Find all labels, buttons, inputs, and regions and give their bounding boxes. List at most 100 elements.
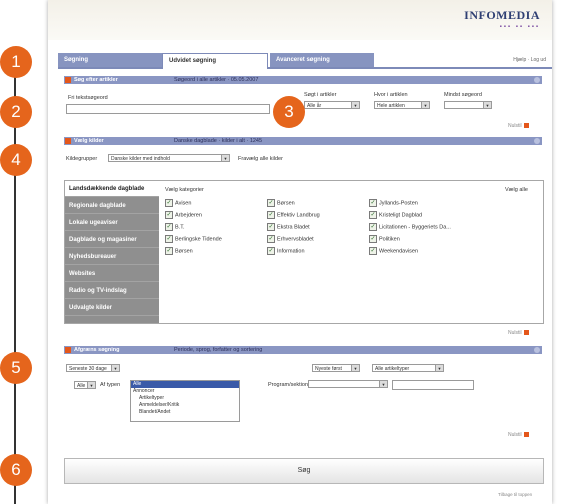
chevron-down-icon: ▼ [111, 365, 119, 371]
section-limit-bar[interactable]: Afgræns søgning Periode, sprog, forfatte… [64, 346, 542, 354]
infomedia-logo: INFOMEDIA [464, 8, 540, 22]
search-button[interactable]: Søg [64, 458, 544, 484]
chevron-down-icon: ▼ [221, 155, 229, 161]
checkbox-icon: ✓ [165, 235, 173, 243]
step-badge-6: 6 [0, 454, 32, 486]
collapse-icon[interactable] [534, 77, 540, 83]
checkbox-icon: ✓ [267, 199, 275, 207]
reset-link-1[interactable]: Nulstil [508, 123, 529, 129]
program-label: Program/sektion [268, 382, 309, 388]
category-item[interactable]: Landsdækkende dagblade [65, 181, 159, 197]
checkbox-icon: ✓ [267, 235, 275, 243]
source-label: Effektiv Landbrug [277, 212, 320, 219]
category-item[interactable]: Nyhedsbureauer [65, 249, 159, 265]
source-label: Licitationen - Byggeriets Da... [379, 224, 451, 231]
source-checkbox[interactable]: ✓ Effektiv Landbrug [267, 211, 320, 219]
badge-connector-line [14, 62, 16, 504]
source-checkbox[interactable]: ✓ Ekstra Bladet [267, 223, 310, 231]
listbox-option[interactable]: Artikeltyper [131, 395, 239, 402]
filter-label-where: Hvor i artiklen [374, 92, 408, 98]
source-checkbox[interactable]: ✓ Information [267, 247, 305, 255]
step-badge-2: 2 [0, 96, 32, 128]
collapse-icon[interactable] [534, 347, 540, 353]
listbox-option[interactable]: Annoncer [131, 388, 239, 395]
logo-dots: ▪▪▪ ▪▪ ▪▪▪ [499, 24, 540, 30]
period-select[interactable]: Seneste 30 dage ▼ [66, 364, 120, 372]
pick-all-link[interactable]: Vælg alle [505, 187, 528, 193]
deselect-all-link[interactable]: Fravælg alle kilder [238, 156, 283, 162]
source-group-value: Danske kilder med indhold [111, 156, 170, 162]
step-badge-3: 3 [273, 96, 305, 128]
source-checkbox[interactable]: ✓ B.T. [165, 223, 184, 231]
source-checkbox[interactable]: ✓ Erhvervsbladet [267, 235, 314, 243]
top-links[interactable]: Hjælp · Log ud [513, 57, 546, 63]
source-checkbox[interactable]: ✓ Berlingske Tidende [165, 235, 222, 243]
category-panel: Landsdækkende dagblade Regionale dagblad… [64, 180, 544, 324]
checkbox-icon: ✓ [267, 247, 275, 255]
author-type-label: Af typen [100, 382, 121, 388]
source-label: Berlingske Tidende [175, 236, 222, 243]
article-type-select[interactable]: Alle artikeltyper ▼ [372, 364, 444, 372]
checkbox-icon: ✓ [369, 223, 377, 231]
source-label: Kristeligt Dagblad [379, 212, 423, 219]
source-checkbox[interactable]: ✓ Politiken [369, 235, 400, 243]
min-words-select[interactable]: ▼ [444, 101, 492, 109]
source-label: Information [277, 248, 305, 255]
tab-advanced-search[interactable]: Avanceret søgning [270, 53, 374, 67]
source-group-select[interactable]: Danske kilder med indhold ▼ [108, 154, 230, 162]
where-select[interactable]: Hele artiklen ▼ [374, 101, 430, 109]
category-item[interactable]: Websites [65, 266, 159, 282]
tab-search[interactable]: Søgning [58, 53, 162, 67]
source-checkbox[interactable]: ✓ Børsen [165, 247, 193, 255]
header-band: INFOMEDIA ▪▪▪ ▪▪ ▪▪▪ [48, 0, 552, 40]
step-badge-5: 5 [0, 352, 32, 384]
reset-link-3[interactable]: Nulstil [508, 432, 529, 438]
section-marker-icon [65, 138, 71, 144]
category-item[interactable]: Lokale ugeaviser [65, 215, 159, 231]
language-select[interactable]: Alle ▼ [74, 381, 96, 389]
source-checkbox[interactable]: ✓ Weekendavisen [369, 247, 418, 255]
checkbox-icon: ✓ [165, 223, 173, 231]
where-select-value: Hele artiklen [377, 103, 405, 109]
source-label: Børsen [175, 248, 193, 255]
category-item[interactable]: Udvalgte kilder [65, 300, 159, 316]
checkbox-icon: ✓ [369, 199, 377, 207]
chevron-down-icon: ▼ [87, 382, 95, 388]
listbox-option[interactable]: Alle [131, 381, 239, 388]
section-sources-bar[interactable]: Vælg kilder Danske dagblade · kilder i a… [64, 137, 542, 145]
program-select[interactable]: ▼ [308, 380, 388, 388]
sort-value: Nyeste først [315, 366, 342, 372]
source-label: Jyllands-Posten [379, 200, 418, 207]
tab-extended-search[interactable]: Udvidet søgning [162, 53, 268, 69]
free-text-input[interactable] [66, 104, 270, 114]
source-checkbox[interactable]: ✓ Jyllands-Posten [369, 199, 418, 207]
section-subtitle: Søgeord i alle artikler · 05.05.2007 [174, 77, 259, 83]
source-label: Ekstra Bladet [277, 224, 310, 231]
source-checkbox[interactable]: ✓ Arbejderen [165, 211, 202, 219]
source-checkbox[interactable]: ✓ Avisen [165, 199, 191, 207]
source-label: Avisen [175, 200, 192, 207]
sort-select[interactable]: Nyeste først ▼ [312, 364, 360, 372]
reset-label: Nulstil [508, 432, 522, 438]
article-type-listbox[interactable]: Alle Annoncer Artikeltyper Anmeldelser/K… [130, 380, 240, 422]
free-text-label: Fri tekstsøgeord [68, 95, 108, 101]
section-search-bar[interactable]: Søg efter artikler Søgeord i alle artikl… [64, 76, 542, 84]
listbox-option[interactable]: Blandet/Andet [131, 409, 239, 416]
category-item[interactable]: Regionale dagblade [65, 198, 159, 214]
source-checkbox[interactable]: ✓ Kristeligt Dagblad [369, 211, 422, 219]
language-value: Alle [77, 383, 86, 389]
reset-label: Nulstil [508, 123, 522, 129]
source-checkbox[interactable]: ✓ Licitationen - Byggeriets Da... [369, 223, 451, 231]
listbox-option[interactable]: Anmeldelser/Kritik [131, 402, 239, 409]
source-checkbox[interactable]: ✓ Børsen [267, 199, 295, 207]
category-item[interactable]: Radio og TV-indslag [65, 283, 159, 299]
pick-categories-label: Vælg kategorier [165, 187, 204, 193]
years-select[interactable]: Alle år ▼ [304, 101, 360, 109]
source-label: B.T. [175, 224, 185, 231]
collapse-icon[interactable] [534, 138, 540, 144]
program-input[interactable] [392, 380, 474, 390]
chevron-down-icon: ▼ [483, 102, 491, 108]
back-to-top-link[interactable]: Tilbage til toppen [498, 492, 532, 497]
category-item[interactable]: Dagblade og magasiner [65, 232, 159, 248]
reset-link-2[interactable]: Nulstil [508, 330, 529, 336]
